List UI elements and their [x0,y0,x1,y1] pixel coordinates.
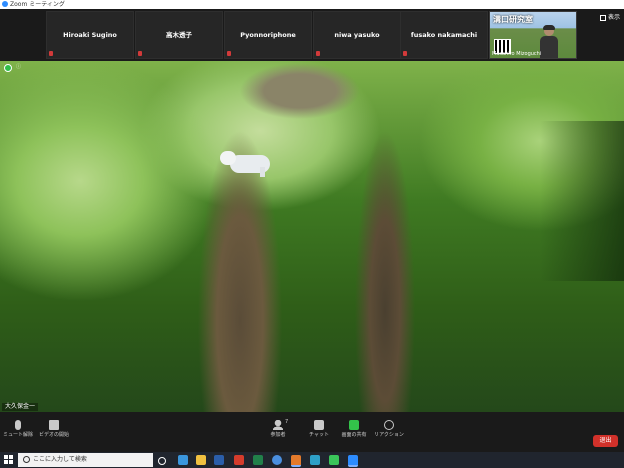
share-screen-button[interactable]: 画面の共有 [338,420,370,438]
chat-icon [314,420,324,430]
unmute-button[interactable]: ミュート解除 [2,420,34,438]
taskbar-search-box[interactable]: ここに入力して検索 [18,453,153,467]
chat-button[interactable]: チャット [306,420,332,438]
muted-mic-icon [227,51,231,56]
self-view-name: Masahiro Mizoguchi [492,51,542,57]
start-video-button[interactable]: ビデオの開始 [36,420,72,438]
meeting-info-icon[interactable]: ⓘ [16,63,21,70]
participant-name: Hiroaki Sugino [63,31,117,39]
video-camera-off-icon [49,420,59,430]
grid-view-icon [600,14,606,21]
participants-count: 7 [285,419,289,425]
zoom-logo-icon [2,1,8,7]
participant-name: Pyonnoriphone [240,31,296,39]
view-button-label: 表示 [608,14,621,21]
chrome-icon[interactable] [272,455,282,465]
dog-image [220,149,272,177]
leave-button[interactable]: 退出 [593,435,618,447]
participant-tile[interactable]: 高木透子 [135,11,223,59]
muted-mic-icon [49,51,53,56]
self-view-tile[interactable]: 溝口研究室 Masahiro Mizoguchi [489,11,577,59]
window-titlebar: Zoom ミーティング [0,0,624,9]
muted-mic-icon [138,51,142,56]
search-icon [23,456,30,463]
window-title: Zoom ミーティング [10,1,65,8]
participant-tile[interactable]: niwa yasuko [313,11,401,59]
muted-mic-icon [316,51,320,56]
acrobat-icon[interactable] [234,455,244,465]
microphone-muted-icon [15,420,21,430]
main-video [0,61,624,412]
start-video-label: ビデオの開始 [38,432,69,438]
self-view-sign: 溝口研究室 [493,15,533,24]
participants-label: 参加者 [270,432,286,438]
participants-icon [273,420,283,430]
zoom-icon[interactable] [348,455,358,467]
security-shield-icon[interactable] [4,64,12,72]
participant-tile[interactable]: Pyonnoriphone [224,11,312,59]
media-icon[interactable] [310,455,320,465]
participant-name: fusako nakamachi [410,31,478,39]
person-image [540,25,558,58]
share-screen-label: 画面の共有 [341,432,367,438]
chat-label: チャット [309,432,329,438]
firefox-icon[interactable] [291,455,301,467]
taskbar-search-placeholder: ここに入力して検索 [33,456,87,463]
participant-tile[interactable]: fusako nakamachi [400,11,488,59]
windows-start-button[interactable] [4,455,14,465]
share-screen-icon [349,420,359,430]
muted-mic-icon [403,51,407,56]
file-explorer-icon[interactable] [196,455,206,465]
reactions-label: リアクション [374,432,404,438]
smiley-icon [384,420,394,430]
excel-icon[interactable] [253,455,263,465]
unmute-label: ミュート解除 [2,432,33,438]
edge-icon[interactable] [178,455,188,465]
task-view-icon[interactable] [158,457,166,465]
line-icon[interactable] [329,455,339,465]
view-button[interactable]: 表示 [600,12,620,21]
active-speaker-label: 大久保金一 [2,403,39,411]
word-icon[interactable] [214,455,224,465]
participant-name: niwa yasuko [334,31,380,39]
participant-tile[interactable]: Hiroaki Sugino [46,11,134,59]
reactions-button[interactable]: リアクション [374,420,404,438]
participant-name: 高木透子 [166,31,192,39]
